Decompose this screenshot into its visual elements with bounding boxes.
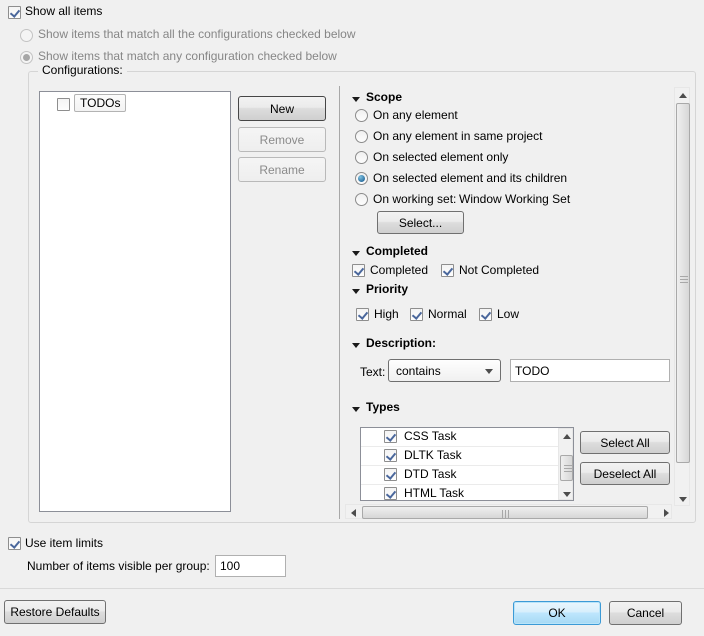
scope-radio-same-project[interactable] [355, 130, 368, 143]
scroll-down-icon[interactable] [676, 493, 690, 506]
configuration-item[interactable]: TODOs [74, 94, 126, 112]
priority-collapse-icon[interactable] [352, 289, 360, 294]
ok-button[interactable]: OK [513, 601, 601, 625]
scope-collapse-icon[interactable] [352, 97, 360, 102]
remove-button[interactable]: Remove [238, 127, 326, 152]
scope-option-label: On any element [373, 108, 458, 122]
description-header: Description: [366, 336, 436, 350]
type-checkbox[interactable] [384, 449, 397, 462]
types-collapse-icon[interactable] [352, 407, 360, 412]
items-per-group-input[interactable] [215, 555, 286, 577]
priority-normal-checkbox[interactable] [410, 308, 423, 321]
scroll-down-icon[interactable] [560, 488, 573, 500]
scope-radio-selected-children[interactable] [355, 172, 368, 185]
scroll-left-icon[interactable] [347, 506, 359, 519]
restore-defaults-button[interactable]: Restore Defaults [4, 600, 106, 624]
footer-separator [0, 588, 704, 589]
deselect-all-button[interactable]: Deselect All [580, 462, 670, 485]
show-all-items-checkbox[interactable] [8, 6, 21, 19]
type-checkbox[interactable] [384, 430, 397, 443]
select-all-button[interactable]: Select All [580, 431, 670, 454]
select-working-set-button[interactable]: Select... [377, 211, 464, 234]
new-button[interactable]: New [238, 96, 326, 121]
configurations-group-label: Configurations: [38, 63, 127, 77]
types-scrollbar-thumb[interactable] [560, 455, 573, 481]
completed-collapse-icon[interactable] [352, 251, 360, 256]
type-row[interactable]: DLTK Task [361, 447, 573, 466]
completed-header: Completed [366, 244, 428, 258]
description-operator-value: contains [396, 364, 441, 378]
priority-normal-label: Normal [428, 307, 467, 321]
scope-header: Scope [366, 90, 402, 104]
use-item-limits-checkbox[interactable] [8, 537, 21, 550]
description-text-input[interactable] [510, 359, 670, 382]
scope-option-label: On selected element and its children [373, 171, 567, 185]
priority-low-label: Low [497, 307, 519, 321]
panel-divider [339, 86, 340, 519]
type-checkbox[interactable] [384, 468, 397, 481]
scope-working-set-value: Window Working Set [459, 192, 570, 206]
match-all-radio[interactable] [20, 29, 33, 42]
use-item-limits-label: Use item limits [25, 536, 103, 550]
scroll-right-icon[interactable] [660, 506, 672, 519]
scroll-up-icon[interactable] [676, 89, 690, 102]
priority-high-label: High [374, 307, 399, 321]
scope-radio-selected-only[interactable] [355, 151, 368, 164]
configuration-item-checkbox[interactable] [57, 98, 70, 111]
description-text-label: Text: [360, 365, 385, 379]
cancel-button[interactable]: Cancel [609, 601, 682, 625]
match-all-label: Show items that match all the configurat… [38, 27, 356, 41]
priority-low-checkbox[interactable] [479, 308, 492, 321]
horizontal-scrollbar-thumb[interactable] [362, 506, 648, 519]
types-header: Types [366, 400, 400, 414]
scope-working-set-label: On working set: [373, 192, 456, 206]
chevron-down-icon [485, 369, 493, 374]
completed-checkbox[interactable] [352, 264, 365, 277]
scope-radio-working-set[interactable] [355, 193, 368, 206]
type-row[interactable]: DTD Task [361, 466, 573, 485]
not-completed-checkbox[interactable] [441, 264, 454, 277]
scope-option-label: On any element in same project [373, 129, 542, 143]
items-per-group-label: Number of items visible per group: [27, 559, 210, 573]
show-all-items-label: Show all items [25, 4, 102, 18]
scope-radio-any-element[interactable] [355, 109, 368, 122]
panel-vertical-scrollbar[interactable] [674, 87, 690, 506]
rename-button[interactable]: Rename [238, 157, 326, 182]
description-operator-combobox[interactable]: contains [388, 359, 501, 382]
completed-label: Completed [370, 263, 428, 277]
description-collapse-icon[interactable] [352, 343, 360, 348]
priority-header: Priority [366, 282, 408, 296]
types-table[interactable]: CSS Task DLTK Task DTD Task HTML Task [360, 427, 574, 501]
not-completed-label: Not Completed [459, 263, 539, 277]
vertical-scrollbar-thumb[interactable] [676, 103, 690, 463]
types-scrollbar[interactable] [558, 428, 573, 500]
type-row[interactable]: CSS Task [361, 428, 573, 447]
scope-option-label: On selected element only [373, 150, 508, 164]
match-any-label: Show items that match any configuration … [38, 49, 337, 63]
type-row[interactable]: HTML Task [361, 485, 573, 501]
configurations-list[interactable] [39, 91, 231, 512]
panel-horizontal-scrollbar[interactable] [345, 504, 672, 519]
type-checkbox[interactable] [384, 487, 397, 500]
scroll-up-icon[interactable] [560, 430, 573, 442]
match-any-radio[interactable] [20, 51, 33, 64]
priority-high-checkbox[interactable] [356, 308, 369, 321]
task-filter-dialog: { "dialog": { "show_all_items": "Show al… [0, 0, 704, 636]
configuration-item-label: TODOs [80, 96, 120, 110]
